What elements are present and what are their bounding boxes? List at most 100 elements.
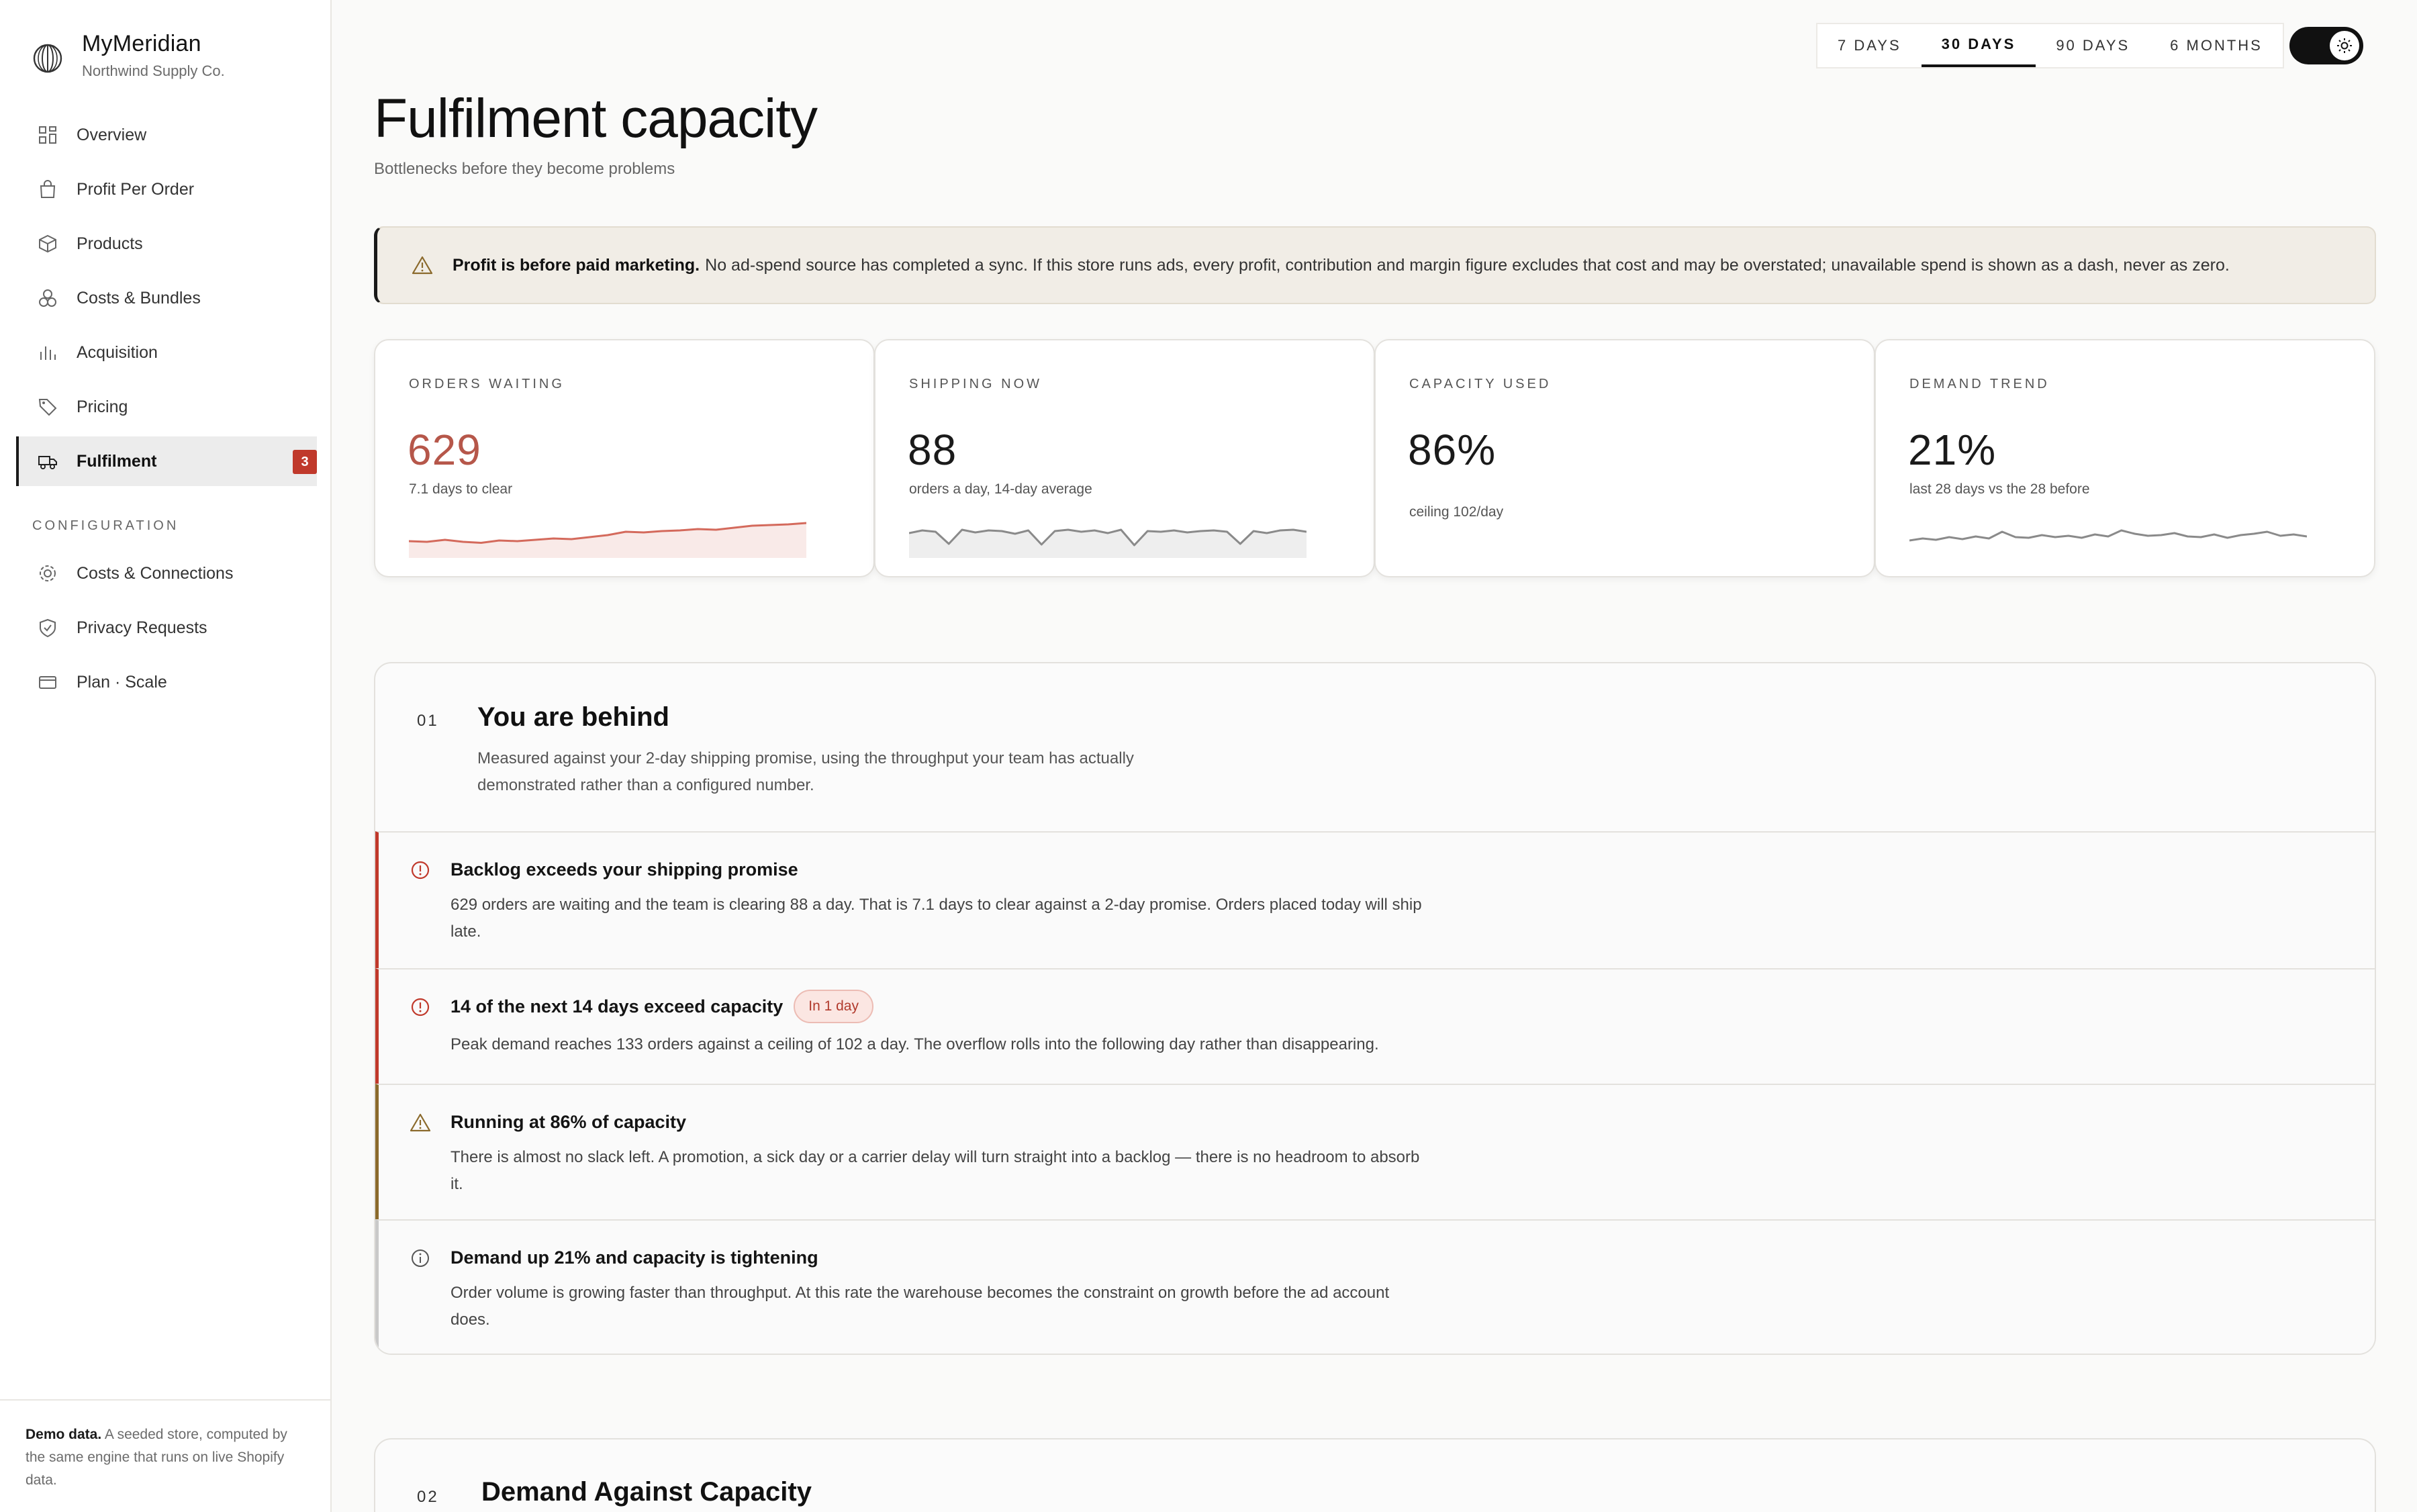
range-tab-6-months[interactable]: 6 MONTHS — [2150, 24, 2283, 67]
company-name: Northwind Supply Co. — [82, 62, 225, 79]
theme-toggle-knob — [2330, 31, 2359, 60]
shipping-now-sparkline — [909, 528, 1307, 558]
demo-data-note: Demo data. A seeded store, computed by t… — [0, 1399, 332, 1512]
section-description: Measured against your 2-day shipping pro… — [477, 749, 1134, 794]
kpi-label: ORDERS WAITING — [409, 377, 565, 391]
sidebar-item-pricing[interactable]: Pricing — [16, 382, 317, 432]
issue-demand-up[interactable]: Demand up 21% and capacity is tightening… — [375, 1219, 2375, 1354]
tag-icon — [38, 399, 57, 416]
kpi-card-capacity-used[interactable]: CAPACITY USED 86% ceiling 102/day — [1374, 339, 1875, 577]
brand[interactable]: MyMeridian Northwind Supply Co. — [32, 31, 225, 80]
demand-trend-sparkline — [1909, 529, 2307, 542]
issue-running-at-capacity[interactable]: Running at 86% of capacity There is almo… — [375, 1084, 2375, 1219]
page-title: Fulfilment capacity — [374, 88, 818, 149]
kpi-note: 7.1 days to clear — [409, 481, 513, 497]
sidebar-item-label: Costs & Connections — [77, 563, 234, 583]
issue-text: Peak demand reaches 133 orders against a… — [451, 1035, 1379, 1053]
issue-text: Order volume is growing faster than thro… — [451, 1284, 1390, 1329]
bag-icon — [40, 180, 56, 198]
sidebar-item-products[interactable]: Products — [16, 219, 317, 269]
section-title: You are behind — [477, 702, 669, 732]
kpi-label: DEMAND TREND — [1909, 377, 2050, 391]
kpi-label: SHIPPING NOW — [909, 377, 1043, 391]
sidebar-item-costs-connections[interactable]: Costs & Connections — [16, 549, 317, 598]
kpi-value: 629 — [408, 426, 481, 474]
ad-spend-warning-banner: Profit is before paid marketing. No ad-s… — [374, 226, 2376, 304]
kpi-value: 21% — [1908, 426, 1997, 474]
section-number: 01 — [417, 712, 439, 730]
timing-pill: In 1 day — [794, 990, 873, 1023]
kpi-card-demand-trend[interactable]: DEMAND TREND 21% last 28 days vs the 28 … — [1875, 339, 2375, 577]
kpi-value: 88 — [908, 426, 957, 474]
range-tab-90-days[interactable]: 90 DAYS — [2036, 24, 2150, 67]
issue-text: There is almost no slack left. A promoti… — [451, 1148, 1420, 1193]
shield-icon — [40, 618, 56, 638]
warning-triangle-icon — [410, 1113, 431, 1132]
kpi-label: CAPACITY USED — [1409, 377, 1552, 391]
truck-icon — [38, 456, 57, 469]
range-tab-30-days[interactable]: 30 DAYS — [1921, 24, 2036, 67]
alert-circle-icon — [411, 861, 430, 880]
grid-icon — [39, 126, 56, 144]
kpi-note: ceiling 102/day — [1409, 504, 1504, 520]
sparkline-area — [409, 523, 806, 558]
issue-title-text: Demand up 21% and capacity is tightening — [451, 1247, 818, 1268]
issue-title-text: Running at 86% of capacity — [451, 1112, 687, 1132]
sidebar-item-label: Plan · Scale — [77, 672, 167, 692]
alert-circle-icon — [411, 998, 430, 1017]
bar-chart-icon — [40, 346, 56, 360]
kpi-note: last 28 days vs the 28 before — [1909, 481, 2090, 497]
kpi-note: orders a day, 14-day average — [909, 481, 1092, 497]
issue-backlog[interactable]: Backlog exceeds your shipping promise 62… — [375, 831, 2375, 968]
sidebar: MyMeridian Northwind Supply Co. Overview… — [0, 0, 332, 1512]
sidebar-item-label: Overview — [77, 125, 147, 144]
issue-title: Backlog exceeds your shipping promise — [451, 859, 798, 880]
kpi-card-shipping-now[interactable]: SHIPPING NOW 88 orders a day, 14-day ave… — [874, 339, 1375, 577]
sidebar-item-plan[interactable]: Plan · Scale — [16, 657, 317, 707]
issue-title: Running at 86% of capacity — [451, 1112, 686, 1133]
issue-text: 629 orders are waiting and the team is c… — [451, 896, 1422, 941]
section-title: Demand Against Capacity — [481, 1477, 812, 1507]
page-subtitle: Bottlenecks before they become problems — [374, 160, 675, 178]
sidebar-item-label: Profit Per Order — [77, 179, 195, 199]
brand-name: MyMeridian — [82, 31, 201, 56]
issue-title-text: Backlog exceeds your shipping promise — [451, 859, 798, 880]
box-icon — [39, 234, 56, 253]
issue-capacity-exceeded[interactable]: 14 of the next 14 days exceed capacity I… — [375, 968, 2375, 1084]
sidebar-item-privacy-requests[interactable]: Privacy Requests — [16, 603, 317, 653]
sidebar-item-acquisition[interactable]: Acquisition — [16, 328, 317, 377]
sidebar-item-profit-per-order[interactable]: Profit Per Order — [16, 164, 317, 214]
section-number: 02 — [417, 1488, 439, 1506]
sun-icon — [2337, 38, 2352, 53]
coins-icon — [39, 289, 56, 307]
theme-toggle[interactable] — [2289, 27, 2363, 64]
sparkline-line — [1909, 529, 2307, 542]
sidebar-item-fulfilment[interactable]: Fulfilment 3 — [16, 436, 317, 486]
gear-icon — [40, 565, 56, 581]
issue-title: 14 of the next 14 days exceed capacity I… — [451, 990, 873, 1023]
demo-data-strong: Demo data. — [26, 1427, 102, 1442]
date-range-tabs: 7 DAYS 30 DAYS 90 DAYS 6 MONTHS — [1816, 23, 2284, 68]
sidebar-item-costs-bundles[interactable]: Costs & Bundles — [16, 273, 317, 323]
card-icon — [39, 676, 56, 689]
warning-triangle-icon — [412, 256, 433, 275]
main-nav: Overview Profit Per Order Products Costs… — [16, 110, 317, 712]
globe-logo-icon — [33, 44, 62, 73]
section-you-are-behind: 01 You are behind Measured against your … — [374, 662, 2376, 1355]
banner-strong: Profit is before paid marketing. — [453, 255, 700, 275]
sidebar-item-label: Privacy Requests — [77, 618, 207, 637]
orders-waiting-sparkline — [409, 522, 806, 558]
kpi-value: 86% — [1408, 426, 1497, 474]
kpi-card-orders-waiting[interactable]: ORDERS WAITING 629 7.1 days to clear — [374, 339, 875, 577]
sidebar-item-label: Products — [77, 234, 143, 253]
sidebar-item-overview[interactable]: Overview — [16, 110, 317, 160]
issue-title-text: 14 of the next 14 days exceed capacity — [451, 996, 784, 1017]
section-demand-against-capacity: 02 Demand Against Capacity — [374, 1438, 2376, 1512]
fulfilment-alert-badge: 3 — [293, 450, 317, 474]
config-section-title: CONFIGURATION — [32, 518, 179, 533]
info-circle-icon — [412, 1249, 429, 1267]
sidebar-item-label: Pricing — [77, 397, 128, 416]
sidebar-item-label: Fulfilment — [77, 451, 157, 471]
range-tab-7-days[interactable]: 7 DAYS — [1817, 24, 1922, 67]
kpi-row: ORDERS WAITING 629 7.1 days to clear SHI… — [374, 339, 2376, 577]
